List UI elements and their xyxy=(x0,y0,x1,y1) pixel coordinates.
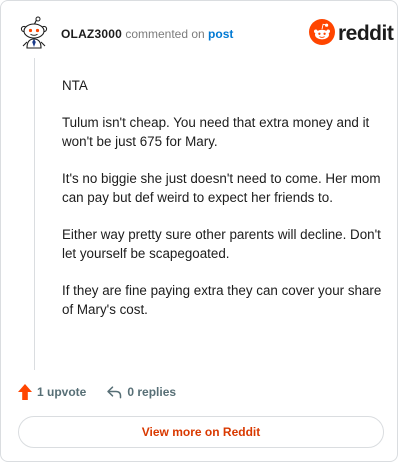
upvote-arrow-icon xyxy=(17,383,33,401)
comment-paragraph: If they are fine paying extra they can c… xyxy=(62,282,382,318)
comment-header: OLAZ3000 commented on post xyxy=(61,27,233,41)
upvote-count: 1 upvote xyxy=(37,385,87,399)
header-action-text: commented on xyxy=(125,27,205,41)
view-more-button[interactable]: View more on Reddit xyxy=(18,416,384,448)
comment-actions: 1 upvote 0 replies xyxy=(17,382,176,402)
replies-button[interactable]: 0 replies xyxy=(106,384,176,400)
upvote-button[interactable]: 1 upvote xyxy=(17,383,86,401)
thread-line xyxy=(34,58,35,370)
comment-paragraph: NTA xyxy=(62,78,88,93)
post-link[interactable]: post xyxy=(208,27,233,41)
comment-body: NTA Tulum isn't cheap. You need that ext… xyxy=(62,76,382,337)
username[interactable]: OLAZ3000 xyxy=(61,27,122,41)
snoo-avatar-icon[interactable] xyxy=(18,16,50,50)
comment-paragraph: It's no biggie she just doesn't need to … xyxy=(62,170,381,206)
comment-paragraph: Either way pretty sure other parents wil… xyxy=(62,226,381,262)
reddit-wordmark: reddit xyxy=(338,22,394,45)
replies-count: 0 replies xyxy=(127,385,177,399)
reddit-logo-icon xyxy=(309,18,335,50)
comment-paragraph: Tulum isn't cheap. You need that extra m… xyxy=(62,114,370,150)
reddit-brand[interactable]: reddit xyxy=(309,18,394,50)
comment-card: OLAZ3000 commented on post reddit NTA Tu… xyxy=(0,0,398,462)
reply-arrow-icon xyxy=(106,384,122,400)
